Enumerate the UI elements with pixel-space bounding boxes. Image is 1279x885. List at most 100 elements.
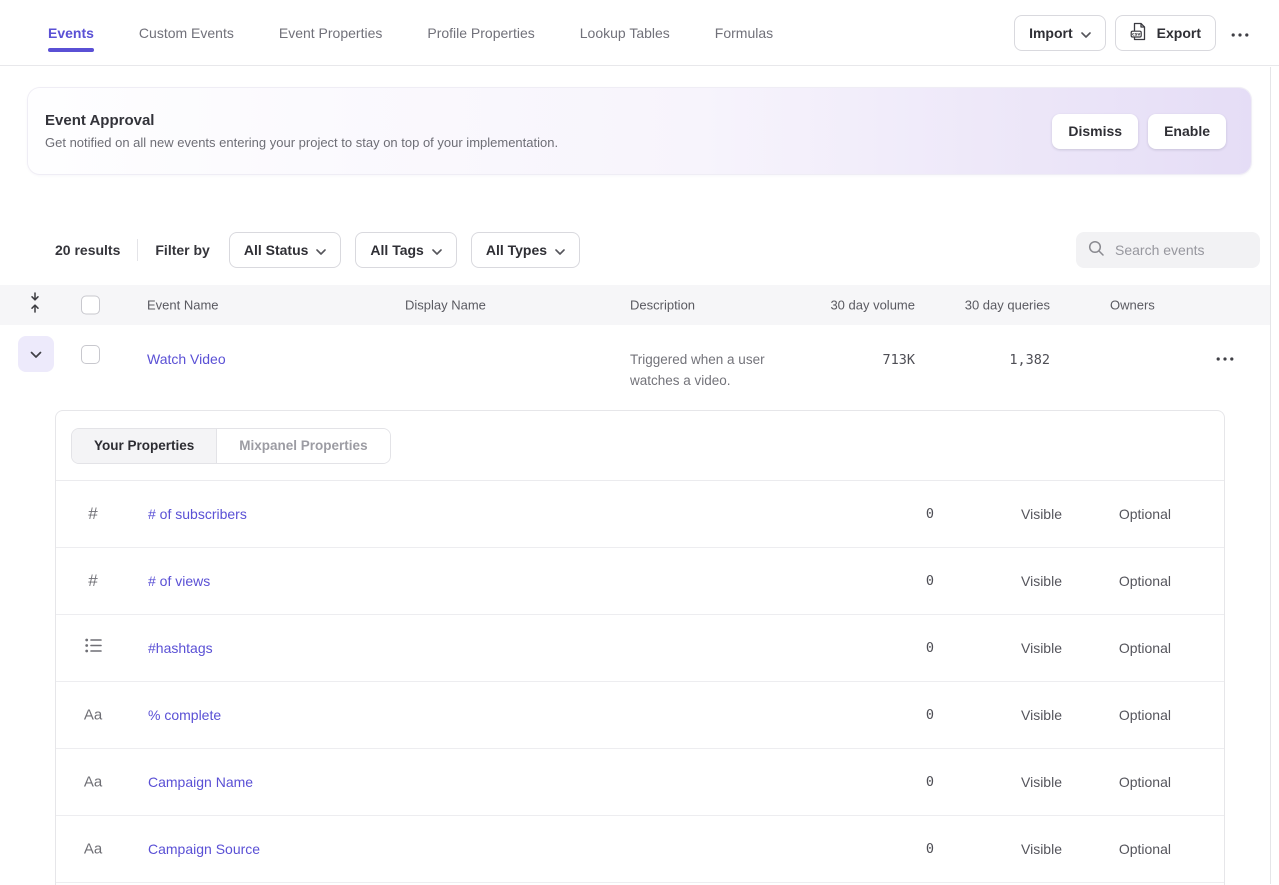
property-count: 0 xyxy=(926,573,934,589)
ellipsis-icon xyxy=(1216,349,1234,364)
property-row: Aa Campaign Source 0 Visible Optional xyxy=(56,816,1224,883)
row-menu-button[interactable] xyxy=(1210,345,1240,368)
nav-actions: Import csv Export xyxy=(1014,15,1255,51)
property-requirement: Optional xyxy=(1119,573,1171,589)
property-row: Aa % complete 0 Visible Optional xyxy=(56,682,1224,749)
property-count: 0 xyxy=(926,841,934,857)
property-requirement: Optional xyxy=(1119,841,1171,857)
row-checkbox[interactable] xyxy=(81,345,100,364)
property-row: Aa Campaign Name 0 Visible Optional xyxy=(56,749,1224,816)
export-button-label: Export xyxy=(1157,25,1201,41)
svg-text:csv: csv xyxy=(1132,32,1140,37)
property-name-link[interactable]: Campaign Name xyxy=(148,774,253,790)
filter-row: 20 results Filter by All Status All Tags… xyxy=(55,232,1260,268)
property-requirement: Optional xyxy=(1119,707,1171,723)
status-filter-dropdown[interactable]: All Status xyxy=(229,232,342,268)
tab-profile-properties-label: Profile Properties xyxy=(427,25,534,41)
column-30-day-volume: 30 day volume xyxy=(830,298,915,313)
banner-description: Get notified on all new events entering … xyxy=(45,135,558,150)
column-30-day-queries: 30 day queries xyxy=(965,298,1050,313)
banner-title: Event Approval xyxy=(45,112,558,129)
tab-events-label: Events xyxy=(48,25,94,41)
search-input[interactable] xyxy=(1113,241,1248,259)
properties-tab-group: Your Properties Mixpanel Properties xyxy=(71,428,391,464)
banner-actions: Dismiss Enable xyxy=(1052,114,1226,149)
property-name-link[interactable]: % complete xyxy=(148,707,221,723)
vertical-scrollbar[interactable] xyxy=(1270,67,1279,884)
tab-event-properties-label: Event Properties xyxy=(279,25,383,41)
tab-mixpanel-properties[interactable]: Mixpanel Properties xyxy=(217,429,389,463)
chevron-down-icon xyxy=(432,242,442,258)
property-count: 0 xyxy=(926,774,934,790)
event-properties-panel: Your Properties Mixpanel Properties # # … xyxy=(55,410,1225,885)
import-button-label: Import xyxy=(1029,25,1073,41)
chevron-down-icon xyxy=(316,242,326,258)
results-count: 20 results xyxy=(55,242,120,258)
tab-your-properties[interactable]: Your Properties xyxy=(72,429,217,463)
tags-filter-label: All Tags xyxy=(370,242,423,258)
collapse-all-icon[interactable] xyxy=(28,292,42,318)
enable-button[interactable]: Enable xyxy=(1148,114,1226,149)
tab-custom-events-label: Custom Events xyxy=(139,25,234,41)
tab-mixpanel-properties-label: Mixpanel Properties xyxy=(239,438,367,453)
import-button[interactable]: Import xyxy=(1014,15,1106,51)
tab-lookup-tables-label: Lookup Tables xyxy=(580,25,670,41)
event-volume: 713K xyxy=(882,352,915,368)
types-filter-dropdown[interactable]: All Types xyxy=(471,232,580,268)
column-event-name: Event Name xyxy=(147,298,219,313)
property-row: #hashtags 0 Visible Optional xyxy=(56,615,1224,682)
property-requirement: Optional xyxy=(1119,506,1171,522)
tab-events[interactable]: Events xyxy=(48,0,94,65)
column-description: Description xyxy=(630,298,695,313)
event-name-link[interactable]: Watch Video xyxy=(147,351,226,367)
nav-tabs: Events Custom Events Event Properties Pr… xyxy=(48,0,773,65)
property-row: # # of subscribers 0 Visible Optional xyxy=(56,481,1224,548)
tab-profile-properties[interactable]: Profile Properties xyxy=(427,0,534,65)
lexicon-events-screen: Events Custom Events Event Properties Pr… xyxy=(0,0,1279,884)
event-queries: 1,382 xyxy=(1009,352,1050,368)
property-name-link[interactable]: Campaign Source xyxy=(148,841,260,857)
text-type-icon: Aa xyxy=(82,841,104,858)
csv-file-icon: csv xyxy=(1130,22,1149,44)
tab-formulas[interactable]: Formulas xyxy=(715,0,773,65)
property-visibility: Visible xyxy=(1021,774,1062,790)
number-type-icon: # xyxy=(82,571,104,591)
chevron-down-icon xyxy=(1081,25,1091,41)
property-name-link[interactable]: # of subscribers xyxy=(148,506,247,522)
collapse-row-button[interactable] xyxy=(18,336,54,372)
text-type-icon: Aa xyxy=(82,707,104,724)
properties-panel-header: Your Properties Mixpanel Properties xyxy=(56,411,1224,481)
property-row: # # of views 0 Visible Optional xyxy=(56,548,1224,615)
chevron-down-icon xyxy=(555,242,565,258)
status-filter-label: All Status xyxy=(244,242,309,258)
property-count: 0 xyxy=(926,506,934,522)
events-table-header: Event Name Display Name Description 30 d… xyxy=(0,285,1270,325)
property-name-link[interactable]: #hashtags xyxy=(148,640,213,656)
more-options-button[interactable] xyxy=(1225,21,1255,44)
active-tab-underline xyxy=(48,48,94,52)
property-visibility: Visible xyxy=(1021,841,1062,857)
dismiss-button[interactable]: Dismiss xyxy=(1052,114,1138,149)
property-count: 0 xyxy=(926,640,934,656)
event-row-watch-video: Watch Video Triggered when a user watche… xyxy=(0,325,1270,410)
property-count: 0 xyxy=(926,707,934,723)
column-owners: Owners xyxy=(1110,298,1155,313)
property-requirement: Optional xyxy=(1119,774,1171,790)
tab-lookup-tables[interactable]: Lookup Tables xyxy=(580,0,670,65)
property-visibility: Visible xyxy=(1021,707,1062,723)
property-visibility: Visible xyxy=(1021,640,1062,656)
event-description: Triggered when a user watches a video. xyxy=(630,350,805,391)
property-name-link[interactable]: # of views xyxy=(148,573,210,589)
number-type-icon: # xyxy=(82,504,104,524)
export-button[interactable]: csv Export xyxy=(1115,15,1216,51)
select-all-checkbox[interactable] xyxy=(81,296,100,315)
tags-filter-dropdown[interactable]: All Tags xyxy=(355,232,456,268)
tab-event-properties[interactable]: Event Properties xyxy=(279,0,383,65)
filter-by-label: Filter by xyxy=(155,242,209,258)
property-visibility: Visible xyxy=(1021,573,1062,589)
search-box[interactable] xyxy=(1076,232,1260,268)
tab-custom-events[interactable]: Custom Events xyxy=(139,0,234,65)
chevron-down-icon xyxy=(30,347,42,362)
column-display-name: Display Name xyxy=(405,298,486,313)
text-type-icon: Aa xyxy=(82,774,104,791)
